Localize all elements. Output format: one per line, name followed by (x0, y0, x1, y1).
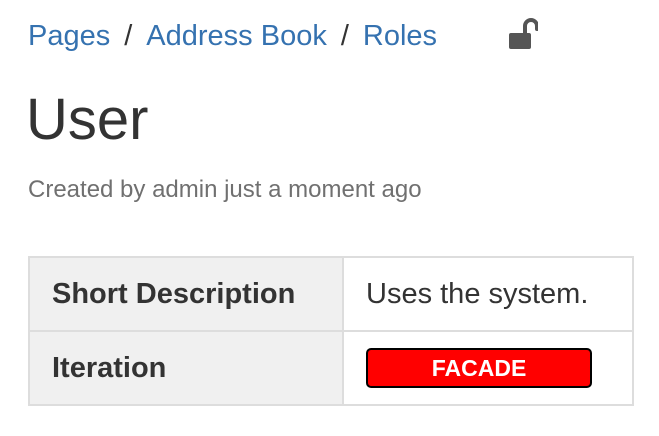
row-label-short-description: Short Description (28, 256, 344, 332)
iteration-status-badge: FACADE (366, 348, 592, 388)
row-value-short-description: Uses the system. (342, 256, 634, 332)
page-title: User (26, 87, 149, 152)
page-metadata: Created by admin just a moment ago (28, 176, 422, 203)
unlocked-padlock-icon[interactable] (508, 18, 539, 50)
breadcrumb: Pages / Address Book / Roles (28, 16, 437, 56)
page: Pages / Address Book / Roles User Create… (0, 0, 659, 436)
breadcrumb-link-pages[interactable]: Pages (28, 20, 110, 53)
table-row: Iteration FACADE (28, 330, 634, 406)
breadcrumb-separator: / (340, 19, 349, 52)
breadcrumb-link-roles[interactable]: Roles (363, 20, 437, 53)
row-label-iteration: Iteration (28, 330, 344, 406)
table-row: Short Description Uses the system. (28, 256, 634, 332)
properties-table: Short Description Uses the system. Itera… (28, 256, 634, 406)
breadcrumb-link-address-book[interactable]: Address Book (146, 20, 327, 53)
row-value-iteration: FACADE (342, 330, 634, 406)
breadcrumb-separator: / (124, 19, 133, 52)
